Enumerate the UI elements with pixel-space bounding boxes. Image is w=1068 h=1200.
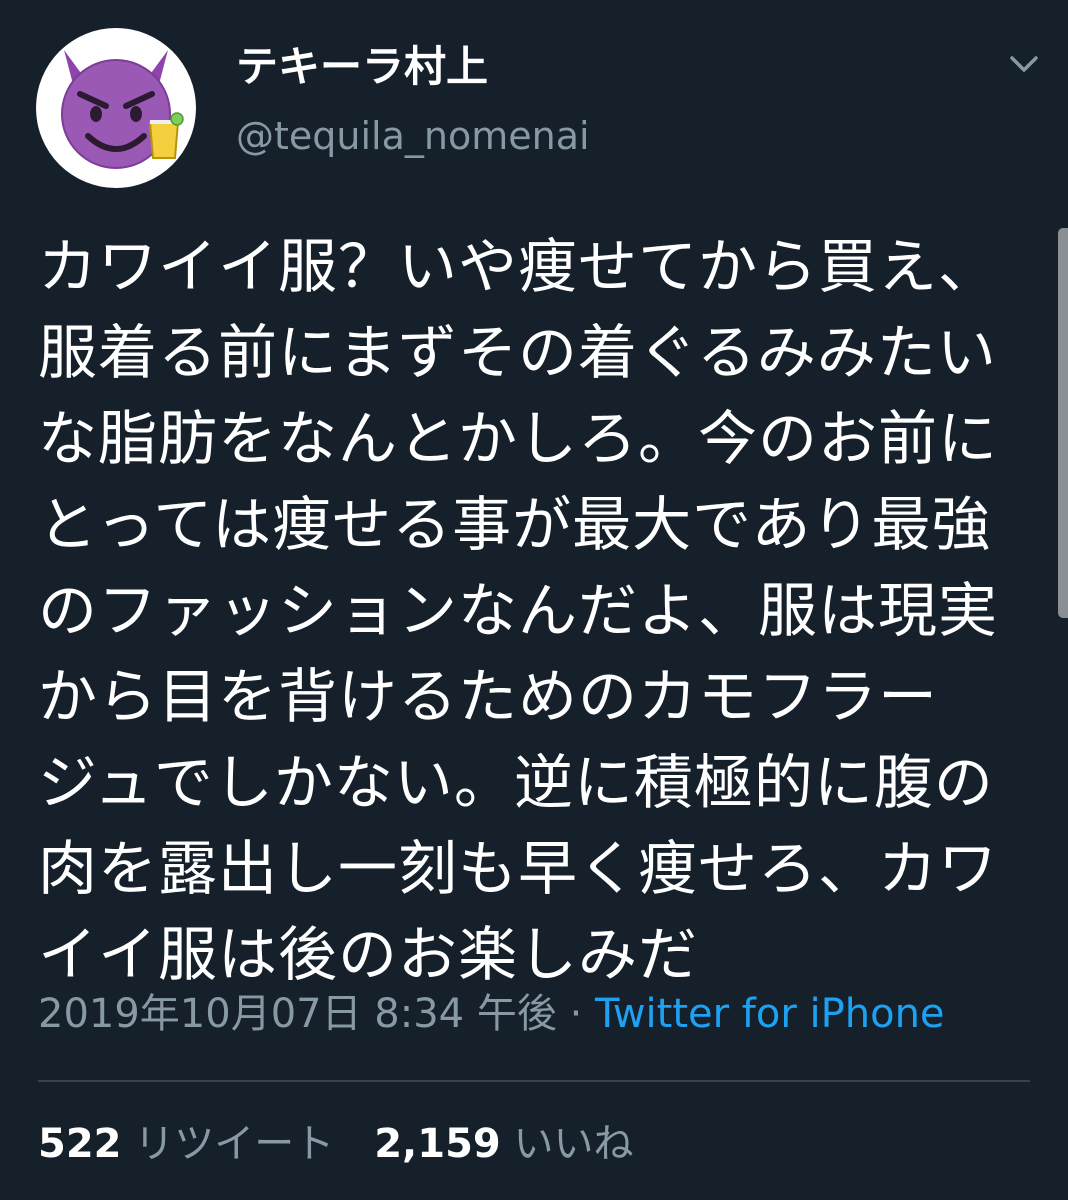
retweets-label: リツイート (134, 1121, 335, 1167)
tweet-meta: 2019年10月07日 8:34 午後 · Twitter for iPhone (38, 988, 945, 1040)
retweets-count: 522 (38, 1121, 122, 1167)
tweet-text-line: 肉を露出し一刻も早く痩せろ、カワ (38, 834, 999, 903)
meta-separator: · (556, 991, 596, 1037)
tweet-text-line: カワイイ服？いや痩せてから買え、 (38, 232, 999, 301)
smiling-devil-icon (61, 50, 171, 169)
tweet-text-line: から目を背けるためのカモフラー (38, 662, 939, 731)
user-handle[interactable]: @tequila_nomenai (236, 115, 590, 158)
tweet-text-line: イイ服は後のお楽しみだ (38, 920, 699, 989)
retweets-stat[interactable]: 522 リツイート (38, 1118, 334, 1170)
timestamp[interactable]: 2019年10月07日 8:34 午後 (38, 991, 557, 1037)
likes-label: いいね (513, 1121, 634, 1167)
scrollbar[interactable] (1058, 228, 1068, 618)
tweet-text-line: な脂肪をなんとかしろ。今のお前に (38, 404, 999, 473)
chevron-down-icon[interactable] (1000, 44, 1048, 84)
tequila-glass-icon (148, 112, 184, 159)
engagement-stats: 522 リツイート 2,159 いいね (38, 1118, 673, 1170)
avatar[interactable] (36, 28, 196, 188)
tweet-text-line: 服着る前にまずその着ぐるみみたい (38, 318, 997, 387)
likes-count: 2,159 (374, 1121, 501, 1167)
tweet-text-line: とっては痩せる事が最大であり最強 (38, 490, 992, 559)
likes-stat[interactable]: 2,159 いいね (374, 1118, 633, 1170)
tweet-text-line: のファッションなんだよ、服は現実 (38, 576, 999, 645)
tweet-detail: テキーラ村上 @tequila_nomenai カワイイ服？いや痩せてから買え、… (0, 0, 1068, 1200)
tweet-text: カワイイ服？いや痩せてから買え、 服着る前にまずその着ぐるみみたい な脂肪をなん… (38, 224, 1038, 998)
display-name[interactable]: テキーラ村上 (236, 43, 488, 90)
divider (38, 1080, 1030, 1082)
source-link[interactable]: Twitter for iPhone (595, 991, 945, 1037)
tweet-text-line: ジュでしかない。逆に積極的に腹の (38, 748, 994, 817)
